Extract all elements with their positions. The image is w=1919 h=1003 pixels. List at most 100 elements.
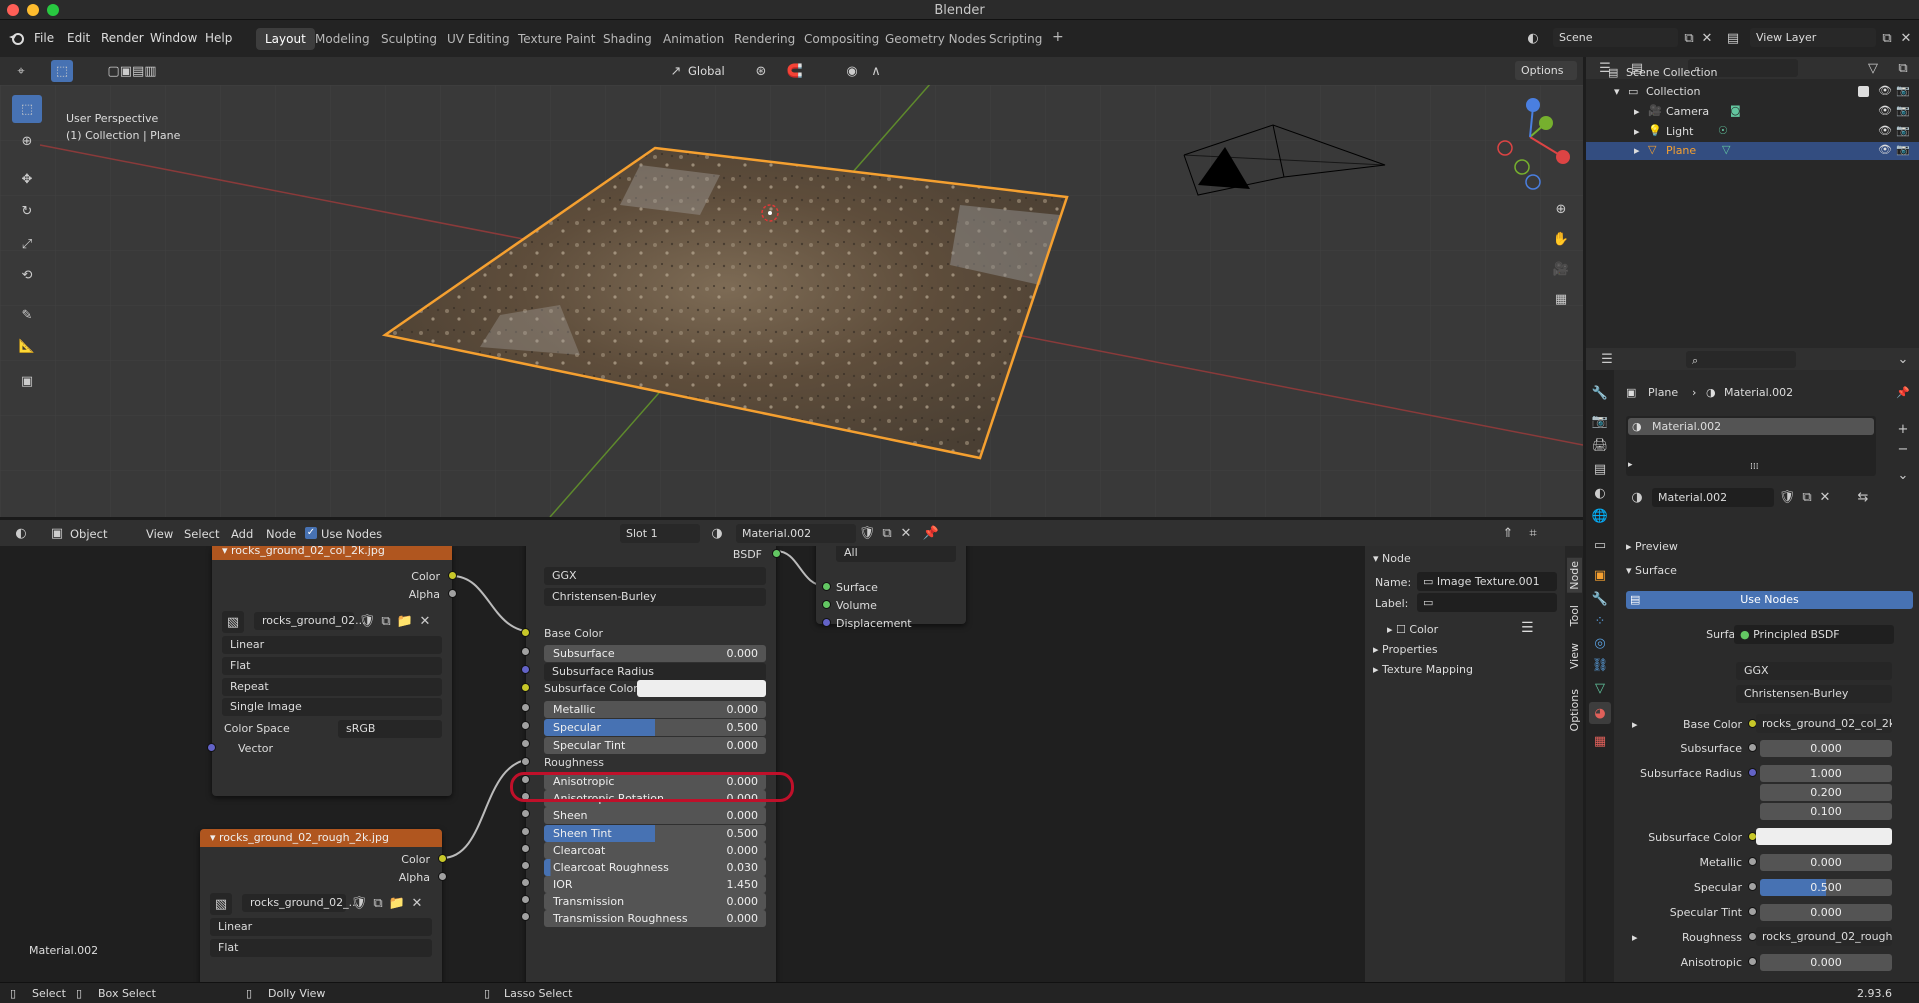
render-tab-icon[interactable]: 📷 (1589, 410, 1611, 432)
options-dropdown[interactable]: Options (1515, 61, 1577, 80)
resize-handle-icon[interactable]: ⁞⁞⁞ (1750, 462, 1759, 472)
clearcoat-socket[interactable] (521, 844, 530, 853)
tab-node[interactable]: Node (1567, 558, 1582, 593)
transmission-roughness-socket[interactable] (521, 912, 530, 921)
node-label-field[interactable]: ▭ (1417, 593, 1557, 612)
pan-hand-icon[interactable]: ✋ (1550, 228, 1572, 250)
subsurface-socket[interactable] (1748, 743, 1757, 752)
eye-icon[interactable]: 👁 (1878, 124, 1892, 137)
specular-field[interactable]: 0.500 (1760, 879, 1892, 896)
base-color-link-field[interactable]: rocks_ground_02_col_2k... (1756, 714, 1892, 733)
node-editor-canvas[interactable]: ▾ rocks_ground_02_col_2k.jpg Color Alpha… (0, 546, 1365, 982)
interpolation-dropdown[interactable]: Linear (222, 636, 442, 654)
use-nodes-checkbox[interactable]: ✓ (305, 527, 317, 539)
parent-node-tree-icon[interactable]: ⇑ (1497, 522, 1519, 544)
material-name-field[interactable]: Material.002 (1652, 488, 1774, 507)
tab-tool[interactable]: Tool (1567, 602, 1582, 629)
transform-orientation-dropdown[interactable]: Global (688, 64, 725, 78)
image-browse-icon[interactable]: ▧ (210, 893, 232, 915)
camera-render-icon[interactable]: 📷 (1896, 124, 1910, 137)
tab-animation[interactable]: Animation (654, 28, 733, 50)
node-editor-type-icon[interactable]: ◐ (10, 522, 32, 544)
tab-shading[interactable]: Shading (594, 28, 661, 50)
outliner-row-scene-collection[interactable]: ▤ Scene Collection (1608, 66, 1908, 82)
interpolation-dropdown[interactable]: Linear (210, 918, 432, 936)
annotate-tool-icon[interactable]: ✎ (12, 301, 42, 329)
clearcoat-roughness-field[interactable]: Clearcoat Roughness 0.030 (544, 859, 766, 876)
image-unlink-icon[interactable]: ✕ (414, 610, 436, 632)
section-texture-mapping[interactable]: ▸ Texture Mapping (1373, 663, 1473, 676)
pin-icon[interactable]: 📌 (920, 522, 942, 544)
list-icon[interactable]: ☰ (1521, 620, 1534, 636)
expand-arrow-icon[interactable]: ▸ (1634, 144, 1640, 157)
eye-icon[interactable]: 👁 (1878, 84, 1892, 97)
distribution-dropdown[interactable]: GGX (544, 567, 766, 585)
expand-arrow-icon[interactable]: ▸ (1634, 125, 1640, 138)
clearcoat-roughness-socket[interactable] (521, 861, 530, 870)
snap-icon[interactable]: 🧲 (784, 60, 806, 82)
specular-tint-socket[interactable] (1748, 907, 1757, 916)
node-menu-view[interactable]: View (146, 527, 173, 541)
view-layer-tab-icon[interactable]: ▤ (1589, 458, 1611, 480)
sheen-tint-field[interactable]: Sheen Tint 0.500 (544, 825, 766, 842)
texture-tab-icon[interactable]: ▦ (1589, 730, 1611, 752)
metallic-field[interactable]: Metallic 0.000 (544, 701, 766, 718)
menu-file[interactable]: File (34, 31, 54, 45)
material-browse-icon[interactable]: ◑ (706, 522, 728, 544)
delete-view-layer-icon[interactable]: ✕ (1895, 27, 1917, 49)
outliner-row-plane[interactable]: ▸ ▽ Plane ▽ 👁 📷 (1586, 142, 1919, 160)
tool-tab-icon[interactable]: 🔧 (1589, 382, 1611, 404)
subsurface-radius-dropdown[interactable]: Subsurface Radius (544, 663, 766, 681)
world-tab-icon[interactable]: 🌐 (1589, 505, 1611, 527)
add-slot-icon[interactable]: + (1892, 418, 1914, 440)
node-color-toggle[interactable]: ▸ ☐ Color (1387, 623, 1438, 636)
editor-type-icon[interactable]: ⌖ (10, 60, 32, 82)
exclude-checkbox[interactable] (1858, 86, 1869, 97)
roughness-link-field[interactable]: rocks_ground_02_rough_... (1756, 927, 1892, 946)
menu-render[interactable]: Render (101, 31, 144, 45)
ortho-toggle-icon[interactable]: ▦ (1550, 288, 1572, 310)
sheen-field[interactable]: Sheen 0.000 (544, 807, 766, 824)
modifier-tab-icon[interactable]: 🔧 (1589, 588, 1611, 610)
transmission-roughness-field[interactable]: Transmission Roughness 0.000 (544, 910, 766, 927)
scene-icon[interactable]: ◐ (1522, 27, 1544, 49)
select-box-tool-icon[interactable]: ⬚ (12, 95, 42, 123)
material-tab-icon[interactable]: ◕ (1589, 702, 1611, 724)
principled-bsdf-node[interactable]: BSDF GGX Christensen-Burley Base Color S… (521, 546, 781, 982)
subsurface-color-swatch[interactable] (637, 680, 766, 697)
menu-window[interactable]: Window (150, 31, 197, 45)
zoom-icon[interactable]: ⊕ (1550, 198, 1572, 220)
tab-modeling[interactable]: Modeling (306, 28, 379, 50)
3d-viewport[interactable]: User Perspective (1) Collection | Plane … (0, 85, 1583, 517)
base-color-expand-icon[interactable]: ▸ (1632, 718, 1638, 731)
outliner-row-camera[interactable]: ▸ 🎥 Camera ◙ 👁 📷 (1586, 104, 1919, 120)
subsurface-color-socket[interactable] (521, 683, 530, 692)
subsurface-radius-socket[interactable] (1748, 768, 1757, 777)
section-node[interactable]: ▾ Node (1373, 552, 1411, 565)
image-texture-node-col[interactable]: ▾ rocks_ground_02_col_2k.jpg Color Alpha… (207, 546, 457, 796)
material-browse-icon[interactable]: ◑ (1626, 486, 1648, 508)
fake-user-icon[interactable]: 🛡 (856, 522, 878, 544)
node-header[interactable]: ▾ rocks_ground_02_rough_2k.jpg (200, 829, 442, 847)
view-layer-field[interactable]: View Layer (1750, 28, 1876, 47)
specular-socket[interactable] (1748, 882, 1757, 891)
fake-user-icon[interactable]: 🛡 (1776, 486, 1798, 508)
pivot-icon[interactable]: ⊛ (750, 60, 772, 82)
transmission-field[interactable]: Transmission 0.000 (544, 893, 766, 910)
snap-node-icon[interactable]: ⌗ (1522, 522, 1544, 544)
surface-panel-header[interactable]: ▾ Surface (1626, 564, 1677, 577)
subsurface-method-dropdown[interactable]: Christensen-Burley (1736, 685, 1892, 703)
alpha-output-socket[interactable] (448, 589, 457, 598)
expand-list-icon[interactable]: ▸ (1628, 460, 1633, 470)
projection-dropdown[interactable]: Flat (222, 657, 442, 675)
unlink-material-icon[interactable]: ✕ (1814, 486, 1836, 508)
particles-tab-icon[interactable]: ⁘ (1589, 610, 1611, 632)
menu-help[interactable]: Help (205, 31, 232, 45)
use-nodes-button[interactable]: Use Nodes (1626, 591, 1913, 609)
measure-tool-icon[interactable]: 📐 (12, 332, 42, 360)
ior-field[interactable]: IOR 1.450 (544, 876, 766, 893)
rotate-tool-icon[interactable]: ↻ (12, 197, 42, 225)
subsurface-color-swatch[interactable] (1756, 828, 1892, 845)
specular-field[interactable]: Specular 0.500 (544, 719, 766, 736)
selection-mode-icons[interactable]: ▢▣▤▥ (87, 60, 177, 82)
